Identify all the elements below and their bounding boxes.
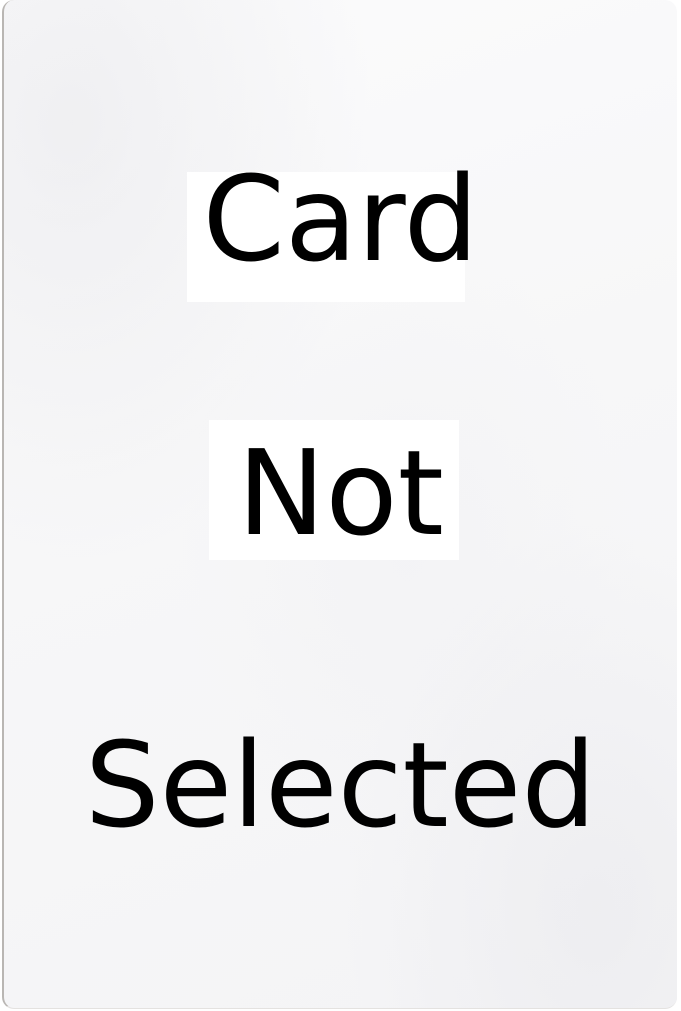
- card-label-line-1: Card: [202, 150, 479, 288]
- card-label-line-2: Not: [237, 424, 444, 562]
- card-label-line-3: Selected: [84, 716, 597, 854]
- placeholder-card: Card Not Selected: [2, 0, 677, 1009]
